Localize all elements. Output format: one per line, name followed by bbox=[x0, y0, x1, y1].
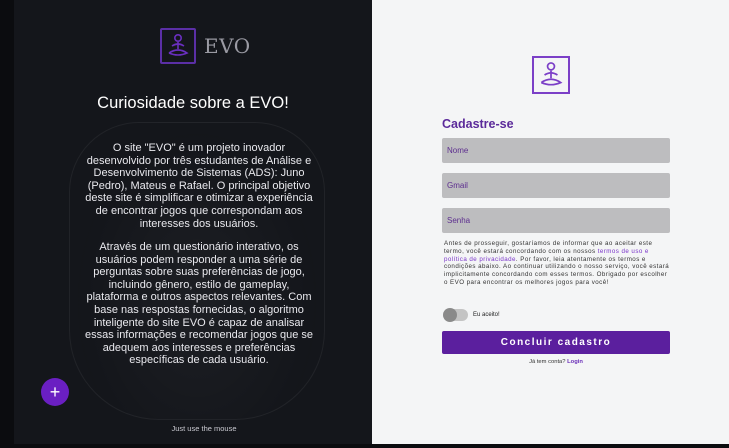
app-frame: EVO Curiosidade sobre a EVO! O site "EVO… bbox=[14, 0, 729, 444]
info-title: Curiosidade sobre a EVO! bbox=[97, 94, 289, 112]
accept-row: Eu aceito! bbox=[443, 308, 500, 322]
info-paragraph-1: O site "EVO" é um projeto inovador desen… bbox=[85, 142, 313, 230]
signup-panel: Cadastre-se Antes de prosseguir, gostarí… bbox=[372, 0, 729, 444]
brand-name: EVO bbox=[204, 34, 251, 58]
email-field[interactable] bbox=[442, 173, 670, 198]
signup-title: Cadastre-se bbox=[442, 117, 514, 131]
plus-icon[interactable]: + bbox=[41, 378, 69, 406]
login-prompt: Já tem conta? bbox=[529, 359, 568, 365]
login-row: Já tem conta? Login bbox=[442, 359, 670, 365]
accept-toggle[interactable] bbox=[443, 308, 468, 322]
login-link[interactable]: Login bbox=[567, 359, 583, 365]
bottom-bar bbox=[0, 444, 729, 448]
brand: EVO bbox=[160, 28, 251, 64]
fab-label: + bbox=[49, 382, 61, 402]
submit-button[interactable]: Concluir cadastro bbox=[442, 331, 670, 354]
accept-label: Eu aceito! bbox=[473, 312, 500, 318]
name-field[interactable] bbox=[442, 138, 670, 163]
toggle-knob bbox=[443, 308, 457, 322]
mouse-hint: Just use the mouse bbox=[171, 424, 237, 433]
meditation-figure-icon bbox=[160, 28, 196, 64]
password-field[interactable] bbox=[442, 208, 670, 233]
terms-text: Antes de prosseguir, gostaríamos de info… bbox=[444, 240, 670, 287]
meditation-figure-icon bbox=[532, 56, 570, 94]
info-panel: EVO Curiosidade sobre a EVO! O site "EVO… bbox=[14, 0, 372, 444]
info-paragraph-2: Através de um questionário interativo, o… bbox=[84, 241, 314, 367]
